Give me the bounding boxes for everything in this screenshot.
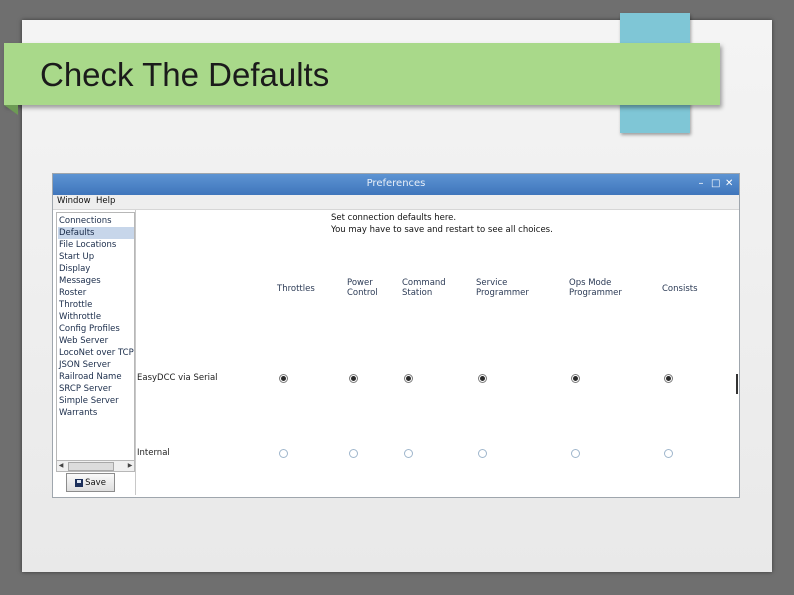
row-label-internal: Internal [137,448,170,458]
maximize-icon[interactable]: □ [711,177,720,191]
sidebar-item-loconet-over-tcp[interactable]: LocoNet over TCP S [58,347,134,359]
preferences-window: Preferences – □ ✕ Window Help Connection… [52,173,740,498]
menu-window[interactable]: Window [57,196,91,206]
radio-button[interactable] [404,374,413,383]
radio-button[interactable] [571,449,580,458]
radio-button[interactable] [279,374,288,383]
sidebar-item-throttle[interactable]: Throttle [58,299,134,311]
window-titlebar[interactable]: Preferences – □ ✕ [53,174,739,195]
sidebar-item-srcp-server[interactable]: SRCP Server [58,383,134,395]
panel-divider [135,210,136,495]
save-button[interactable]: Save [66,473,115,492]
sidebar-item-warrants[interactable]: Warrants [58,407,134,419]
menu-help[interactable]: Help [96,196,115,206]
column-header-power-control: Power Control [347,278,378,298]
floppy-disk-icon [75,478,84,487]
sidebar-item-defaults[interactable]: Defaults [58,227,134,239]
instruction-line-2: You may have to save and restart to see … [331,225,553,235]
menu-bar: Window Help [53,195,739,210]
sidebar-item-json-server[interactable]: JSON Server [58,359,134,371]
close-icon[interactable]: ✕ [725,177,733,191]
radio-button[interactable] [349,374,358,383]
scroll-right-icon[interactable]: ▶ [126,461,134,471]
radio-button[interactable] [478,374,487,383]
preferences-category-list: Connections Defaults File Locations Star… [56,212,135,461]
window-title: Preferences [366,178,426,189]
save-button-label: Save [85,477,106,488]
radio-button[interactable] [279,449,288,458]
slide-title: Check The Defaults [40,56,330,93]
radio-button[interactable] [571,374,580,383]
column-header-service-programmer: Service Programmer [476,278,529,298]
window-controls: – □ ✕ [697,177,734,191]
scroll-left-icon[interactable]: ◀ [57,461,65,471]
sidebar-item-withrottle[interactable]: Withrottle [58,311,134,323]
radio-button[interactable] [478,449,487,458]
defaults-instructions: Set connection defaults here. You may ha… [331,212,553,236]
minimize-icon[interactable]: – [697,177,705,191]
radio-button[interactable] [404,449,413,458]
sidebar-item-messages[interactable]: Messages [58,275,134,287]
sidebar-horizontal-scrollbar[interactable]: ◀ ▶ [56,460,135,472]
banner-fold [4,105,18,115]
sidebar-item-connections[interactable]: Connections [58,215,134,227]
sidebar-item-web-server[interactable]: Web Server [58,335,134,347]
column-header-throttles: Throttles [277,284,315,294]
sidebar-item-config-profiles[interactable]: Config Profiles [58,323,134,335]
window-edge-marker [736,374,738,394]
column-header-command-station: Command Station [402,278,446,298]
scroll-thumb[interactable] [68,462,114,471]
sidebar-item-start-up[interactable]: Start Up [58,251,134,263]
sidebar-item-display[interactable]: Display [58,263,134,275]
sidebar-item-simple-server[interactable]: Simple Server [58,395,134,407]
sidebar-item-roster[interactable]: Roster [58,287,134,299]
sidebar-item-file-locations[interactable]: File Locations [58,239,134,251]
sidebar-item-railroad-name[interactable]: Railroad Name [58,371,134,383]
instruction-line-1: Set connection defaults here. [331,213,457,223]
column-header-ops-mode-programmer: Ops Mode Programmer [569,278,622,298]
radio-button[interactable] [664,374,673,383]
row-label-easydcc: EasyDCC via Serial [137,373,218,383]
column-header-consists: Consists [662,284,698,294]
radio-button[interactable] [664,449,673,458]
radio-button[interactable] [349,449,358,458]
